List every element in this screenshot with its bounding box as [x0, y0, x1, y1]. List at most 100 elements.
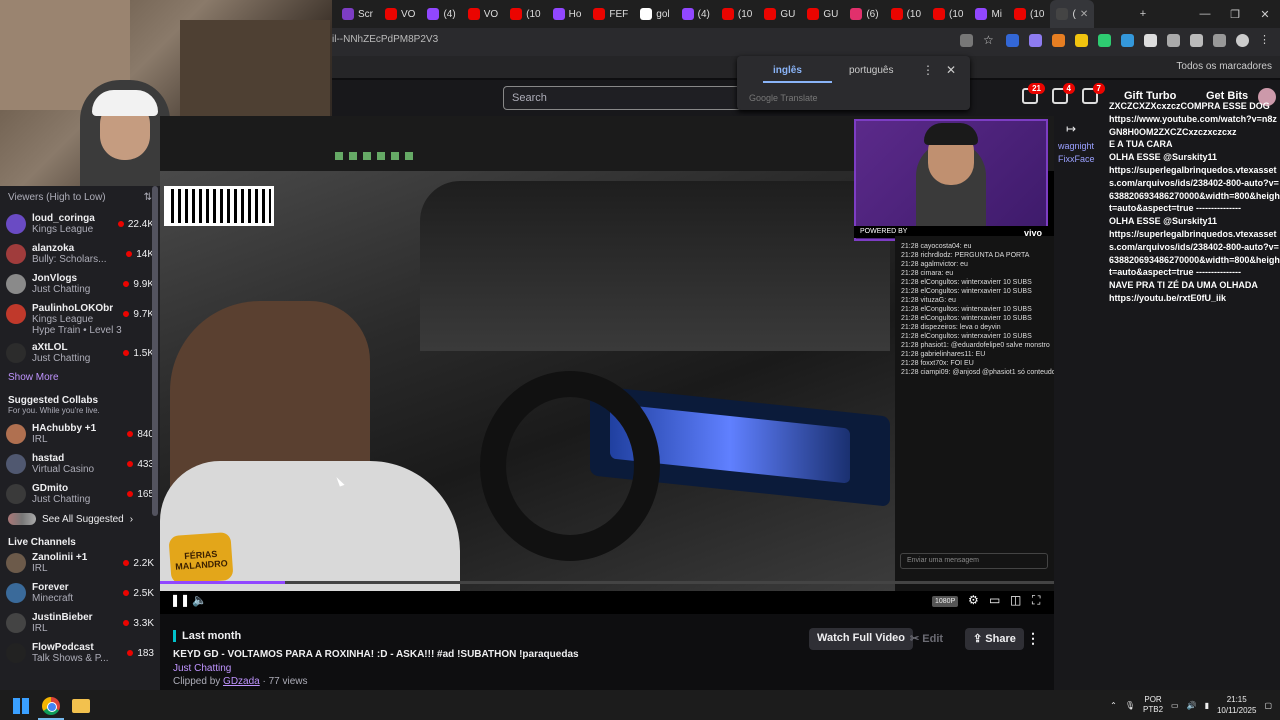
url-text[interactable]: il--NNhZEcPdPM8P2V3: [332, 34, 438, 45]
sort-label[interactable]: Viewers (High to Low): [8, 192, 106, 203]
channel-row[interactable]: FlowPodcast Talk Shows & P... 183: [0, 638, 160, 668]
channel-row[interactable]: JustinBieber IRL 3.3K: [0, 608, 160, 638]
share-button[interactable]: ⇪ Share: [965, 628, 1024, 650]
translate-icon[interactable]: [960, 34, 973, 47]
browser-tab[interactable]: (10: [504, 0, 546, 28]
battery-icon[interactable]: ▮: [1205, 701, 1209, 710]
tab-label: Ho: [568, 8, 582, 20]
channel-row[interactable]: aXtLOL Just Chatting 1.5K: [0, 338, 160, 368]
clip-game-link[interactable]: Just Chatting: [173, 663, 231, 674]
channel-row[interactable]: JonVlogs Just Chatting 9.9K: [0, 269, 160, 299]
channel-row[interactable]: loud_coringa Kings League 22.4K: [0, 209, 160, 239]
chat-message: https://superlegalbrinquedos.vtexassets.…: [1109, 164, 1280, 214]
channel-row[interactable]: alanzoka Bully: Scholars... 14K: [0, 239, 160, 269]
browser-tab[interactable]: Mi: [969, 0, 1008, 28]
chat-username[interactable]: FixxFace: [1058, 153, 1095, 166]
edit-button[interactable]: ✂ Edit: [902, 628, 951, 650]
channel-row[interactable]: hastad Virtual Casino 433: [0, 449, 160, 479]
volume-icon[interactable]: 🔈: [192, 593, 207, 607]
windows-start-icon[interactable]: [13, 698, 29, 714]
browser-tab[interactable]: (10: [716, 0, 758, 28]
notifications-icon[interactable]: 7: [1082, 83, 1105, 104]
maximize-icon[interactable]: ❐: [1220, 8, 1250, 21]
browser-tab[interactable]: gol: [634, 0, 675, 28]
close-window-icon[interactable]: ✕: [1250, 8, 1280, 21]
chrome-taskbar-icon[interactable]: [42, 697, 60, 715]
add-tab-icon[interactable]: +: [1128, 8, 1158, 20]
menu-dots-icon[interactable]: ⋮: [1259, 34, 1272, 47]
browser-tab[interactable]: (4): [421, 0, 461, 28]
watch-full-video-button[interactable]: Watch Full Video: [809, 628, 914, 650]
browser-tab[interactable]: VO: [379, 0, 421, 28]
browser-tab[interactable]: GU: [801, 0, 844, 28]
extension-icon[interactable]: [1167, 34, 1180, 47]
extension-icon[interactable]: [1052, 34, 1065, 47]
browser-tab[interactable]: Scr: [336, 0, 379, 28]
speaker-icon[interactable]: 🔊: [1187, 701, 1197, 710]
channel-avatar: [6, 343, 26, 363]
channel-row[interactable]: Zanolinii +1 IRL 2.2K: [0, 548, 160, 578]
network-icon[interactable]: ▭: [1171, 701, 1179, 710]
search-input[interactable]: Search: [503, 86, 743, 110]
viewer-count: 183: [127, 648, 154, 659]
show-more-link[interactable]: Show More: [0, 368, 160, 387]
browser-tab[interactable]: Ho: [547, 0, 588, 28]
collapse-icon[interactable]: ⇅: [144, 192, 152, 203]
browser-tab[interactable]: (6): [844, 0, 884, 28]
live-dot-icon: [117, 221, 124, 227]
extension-icon[interactable]: [1006, 34, 1019, 47]
pause-icon[interactable]: ❚❚: [170, 593, 190, 607]
channel-row[interactable]: GDmito Just Chatting 165: [0, 479, 160, 509]
browser-tab[interactable]: GU: [758, 0, 801, 28]
more-options-icon[interactable]: ⋮: [1026, 630, 1040, 647]
media-icon[interactable]: [1213, 34, 1226, 47]
browser-tab[interactable]: (✕: [1050, 0, 1095, 28]
all-bookmarks-link[interactable]: Todos os marcadores: [1176, 61, 1272, 72]
profile-avatar[interactable]: [1236, 34, 1249, 47]
channel-avatar: [6, 553, 26, 573]
channel-row[interactable]: HAchubby +1 IRL 840: [0, 419, 160, 449]
theatre-mode-icon[interactable]: ▭: [989, 593, 1000, 607]
see-all-suggested[interactable]: See All Suggested ›: [0, 509, 160, 529]
extension-icon[interactable]: [1029, 34, 1042, 47]
tab-label: FEF: [609, 8, 629, 20]
chat-username[interactable]: wagnight: [1058, 140, 1095, 153]
language-indicator[interactable]: POR PTB2: [1143, 695, 1163, 715]
pip-icon[interactable]: ◫: [1010, 593, 1021, 607]
clipper-link[interactable]: GDzada: [223, 676, 260, 687]
extension-icon[interactable]: [1121, 34, 1134, 47]
settings-gear-icon[interactable]: ⚙: [968, 593, 979, 607]
inbox-icon[interactable]: 21: [1022, 83, 1045, 104]
browser-tab[interactable]: (10: [1008, 0, 1050, 28]
translate-close-icon[interactable]: ✕: [946, 63, 956, 77]
tab-close-icon[interactable]: ✕: [1080, 9, 1088, 20]
extension-icon[interactable]: [1144, 34, 1157, 47]
browser-tab[interactable]: (10: [927, 0, 969, 28]
browser-tab[interactable]: FEF: [587, 0, 634, 28]
clock[interactable]: 21:15 10/11/2025: [1217, 694, 1256, 716]
fullscreen-icon[interactable]: ⛶: [1032, 593, 1040, 608]
notification-center-icon[interactable]: ▢: [1264, 701, 1272, 710]
mic-icon[interactable]: 🎙: [1125, 701, 1135, 710]
puzzle-icon[interactable]: [1190, 34, 1203, 47]
translate-lang-to[interactable]: português: [849, 65, 893, 76]
file-explorer-icon[interactable]: [72, 699, 90, 713]
browser-tab[interactable]: VO: [462, 0, 504, 28]
channel-row[interactable]: Forever Minecraft 2.5K: [0, 578, 160, 608]
minimize-icon[interactable]: —: [1190, 8, 1220, 20]
collapse-chat-icon[interactable]: ↦: [1066, 122, 1076, 136]
sidebar-scrollbar[interactable]: [152, 186, 158, 516]
tray-chevron-icon[interactable]: ⌃: [1110, 701, 1117, 710]
browser-tab[interactable]: (10: [885, 0, 927, 28]
extension-icon[interactable]: [1075, 34, 1088, 47]
video-player[interactable]: FÉRIAS MALANDRO POWERED BY vivo 21:28 cay…: [160, 116, 1054, 614]
mail-icon[interactable]: 4: [1052, 83, 1075, 104]
tab-favicon: [467, 8, 480, 20]
clock-time: 21:15: [1226, 695, 1247, 704]
browser-tab[interactable]: (4): [676, 0, 716, 28]
star-icon[interactable]: ☆: [983, 34, 996, 47]
translate-menu-icon[interactable]: ⋮: [922, 63, 934, 77]
extension-icon[interactable]: [1098, 34, 1111, 47]
progress-bar[interactable]: [160, 581, 1054, 584]
translate-lang-from[interactable]: inglês: [763, 65, 832, 83]
